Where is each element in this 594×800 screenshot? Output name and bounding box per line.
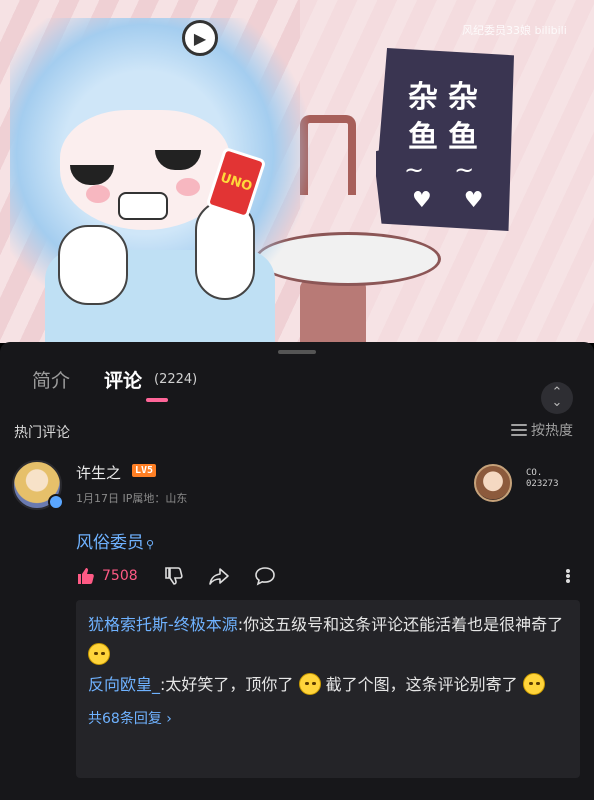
- reply-username[interactable]: 反向欧皇_: [88, 675, 160, 694]
- heart-icon: ♥♥: [412, 188, 516, 213]
- character-mouth: [118, 192, 168, 220]
- comment-meta: 1月17日 IP属地：山东: [76, 492, 188, 505]
- tab-comments[interactable]: 评论: [104, 366, 142, 393]
- tab-bar: 简介 评论 (2224) ⌃ ⌄: [0, 362, 594, 414]
- comment-actions: 7508: [76, 566, 586, 588]
- speech-bubble-text: 杂杂 鱼鱼: [398, 78, 498, 158]
- tab-active-indicator: [146, 398, 168, 402]
- thumbs-down-icon[interactable]: [164, 566, 184, 586]
- reply-item[interactable]: 反向欧皇_:太好笑了，顶你了 截了个图，这条评论别寄了: [88, 670, 568, 700]
- chevron-down-icon: ⌄: [551, 395, 563, 410]
- reply-item[interactable]: 犹格索托斯-终极本源:你这五级号和这条评论还能活着也是很神奇了: [88, 610, 568, 670]
- video-watermark: 风纪委员33娘 bilibili: [462, 24, 567, 37]
- character-blush-left: [86, 185, 110, 203]
- fan-medal-avatar[interactable]: [474, 464, 512, 502]
- speech-bubble-line1: 杂杂: [408, 80, 488, 115]
- reply-bubble-icon[interactable]: [254, 566, 276, 586]
- like-button[interactable]: 7508: [76, 566, 138, 586]
- comment-text-content[interactable]: 风俗委员: [76, 533, 144, 553]
- reply-username[interactable]: 犹格索托斯-终极本源: [88, 615, 238, 634]
- share-icon[interactable]: [208, 566, 230, 586]
- reply-text-continued: 截了个图，这条评论别寄了: [325, 675, 518, 694]
- sort-label: 按热度: [531, 423, 573, 439]
- comment-username[interactable]: 许生之: [76, 462, 121, 483]
- level-badge: LV5: [132, 464, 157, 477]
- search-icon[interactable]: ⚲: [146, 538, 154, 551]
- verified-badge-icon: [48, 494, 64, 510]
- reply-text: :你这五级号和这条评论还能活着也是很神奇了: [237, 615, 564, 634]
- tab-intro[interactable]: 简介: [32, 366, 70, 393]
- laughing-emoji-icon: [88, 643, 110, 665]
- play-icon[interactable]: ▶: [182, 20, 218, 56]
- reply-text: :太好笑了，顶你了: [160, 675, 294, 694]
- comment-text[interactable]: 风俗委员 ⚲: [76, 528, 154, 553]
- reply-preview-box[interactable]: 犹格索托斯-终极本源:你这五级号和这条评论还能活着也是很神奇了 反向欧皇_:太好…: [76, 600, 580, 778]
- more-options-icon[interactable]: [560, 566, 576, 586]
- laughing-emoji-icon: [298, 673, 321, 695]
- thumbs-up-icon: [78, 568, 94, 584]
- comment-count: (2224): [154, 372, 198, 387]
- laughing-emoji-icon: [522, 673, 545, 695]
- fan-medal-number: CO. 023273: [526, 468, 559, 490]
- comment-sheet: 简介 评论 (2224) ⌃ ⌄ 热门评论 按热度 许生之 LV5 1月17日 …: [0, 342, 594, 800]
- hot-comments-title: 热门评论: [14, 425, 70, 441]
- menu-icon: [511, 424, 527, 436]
- speech-bubble-tilde: ~~: [404, 156, 505, 184]
- drag-handle[interactable]: [278, 350, 316, 354]
- fan-medal-number-line1: CO.: [526, 468, 543, 478]
- expand-collapse-button[interactable]: ⌃ ⌄: [541, 382, 573, 414]
- character-blush-right: [176, 178, 200, 196]
- character-hand-left: [58, 225, 128, 305]
- fan-medal-number-line2: 023273: [526, 479, 559, 489]
- view-all-replies-link[interactable]: 共68条回复 ›: [88, 708, 568, 728]
- speech-bubble-line2: 鱼鱼: [408, 120, 488, 155]
- video-player[interactable]: UNO ▶ 杂杂 鱼鱼 ~~ ♥♥ 风纪委员33娘 bilibili: [0, 0, 594, 343]
- like-count: 7508: [102, 568, 138, 584]
- sort-by-heat-button[interactable]: 按热度: [511, 420, 573, 440]
